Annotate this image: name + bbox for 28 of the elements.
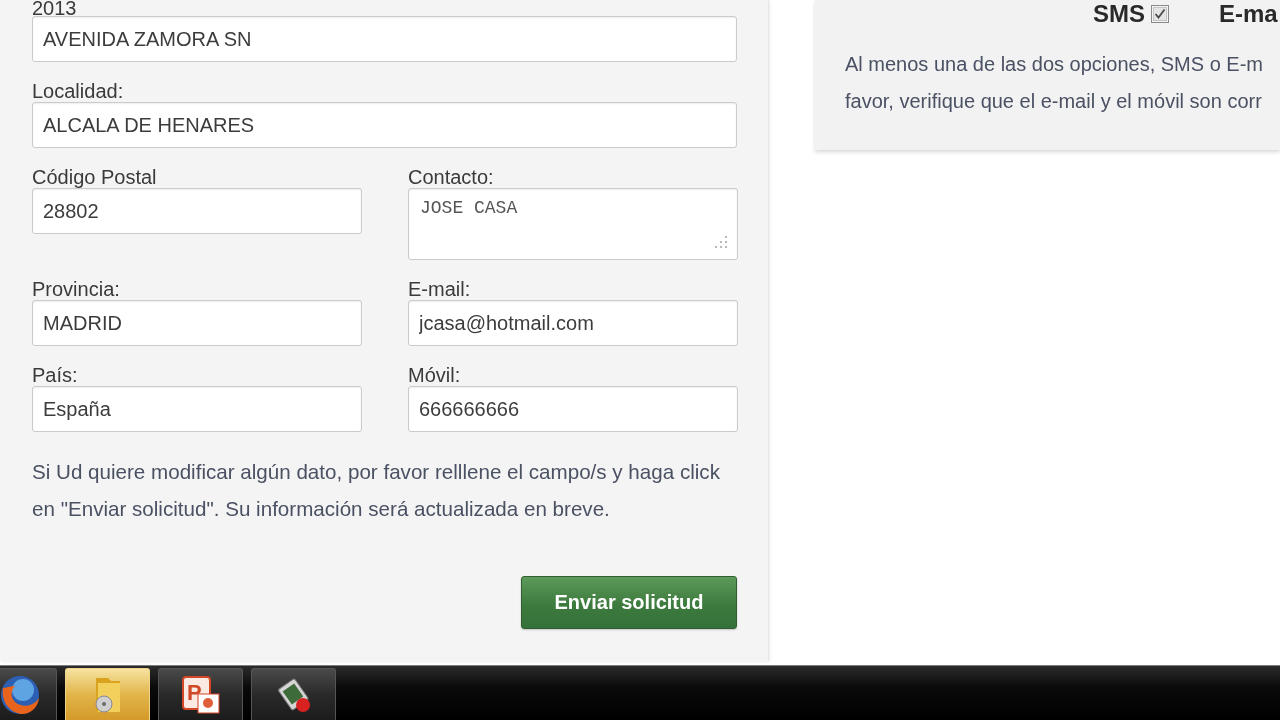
text-field[interactable]: 28802: [32, 188, 362, 234]
text-field[interactable]: España: [32, 386, 362, 432]
option-label: E-ma: [1219, 0, 1278, 28]
checkbox[interactable]: [1151, 5, 1169, 23]
field-label: Localidad:: [32, 80, 124, 102]
text-field[interactable]: MADRID: [32, 300, 362, 346]
field-label: Contacto:: [408, 166, 494, 188]
resize-grip-icon[interactable]: [714, 235, 728, 249]
field-label: País:: [32, 364, 78, 386]
field-label: Móvil:: [408, 364, 461, 386]
notice-text-line: favor, verifique que el e-mail y el móvil son corr: [845, 89, 1262, 114]
taskbar-button[interactable]: [251, 668, 336, 720]
text-field[interactable]: AVENIDA ZAMORA SN: [32, 16, 737, 62]
text-field[interactable]: ALCALA DE HENARES: [32, 102, 737, 148]
notice-text-line: Al menos una de las dos opciones, SMS o E-m: [845, 52, 1263, 77]
field-label: 2013: [32, 0, 77, 16]
globe-icon: [0, 674, 40, 715]
field-label: Provincia:: [32, 278, 120, 300]
text-area-field[interactable]: JOSE CASA: [408, 188, 738, 260]
field-label: E-mail:: [408, 278, 471, 300]
info-paragraph: Si Ud quiere modificar algún dato, por favor relllene el campo/s y haga click en "Enviar solicitud". Su información será actualizada en breve.: [32, 459, 721, 522]
text-field[interactable]: 666666666: [408, 386, 738, 432]
taskbar-button[interactable]: P: [158, 668, 243, 720]
field-label: Código Postal: [32, 166, 157, 188]
taskbar-button[interactable]: [0, 668, 57, 720]
text-field[interactable]: jcasa@hotmail.com: [408, 300, 738, 346]
submit-button[interactable]: Enviar solicitud: [521, 576, 737, 629]
option-label: SMS: [1093, 0, 1145, 28]
